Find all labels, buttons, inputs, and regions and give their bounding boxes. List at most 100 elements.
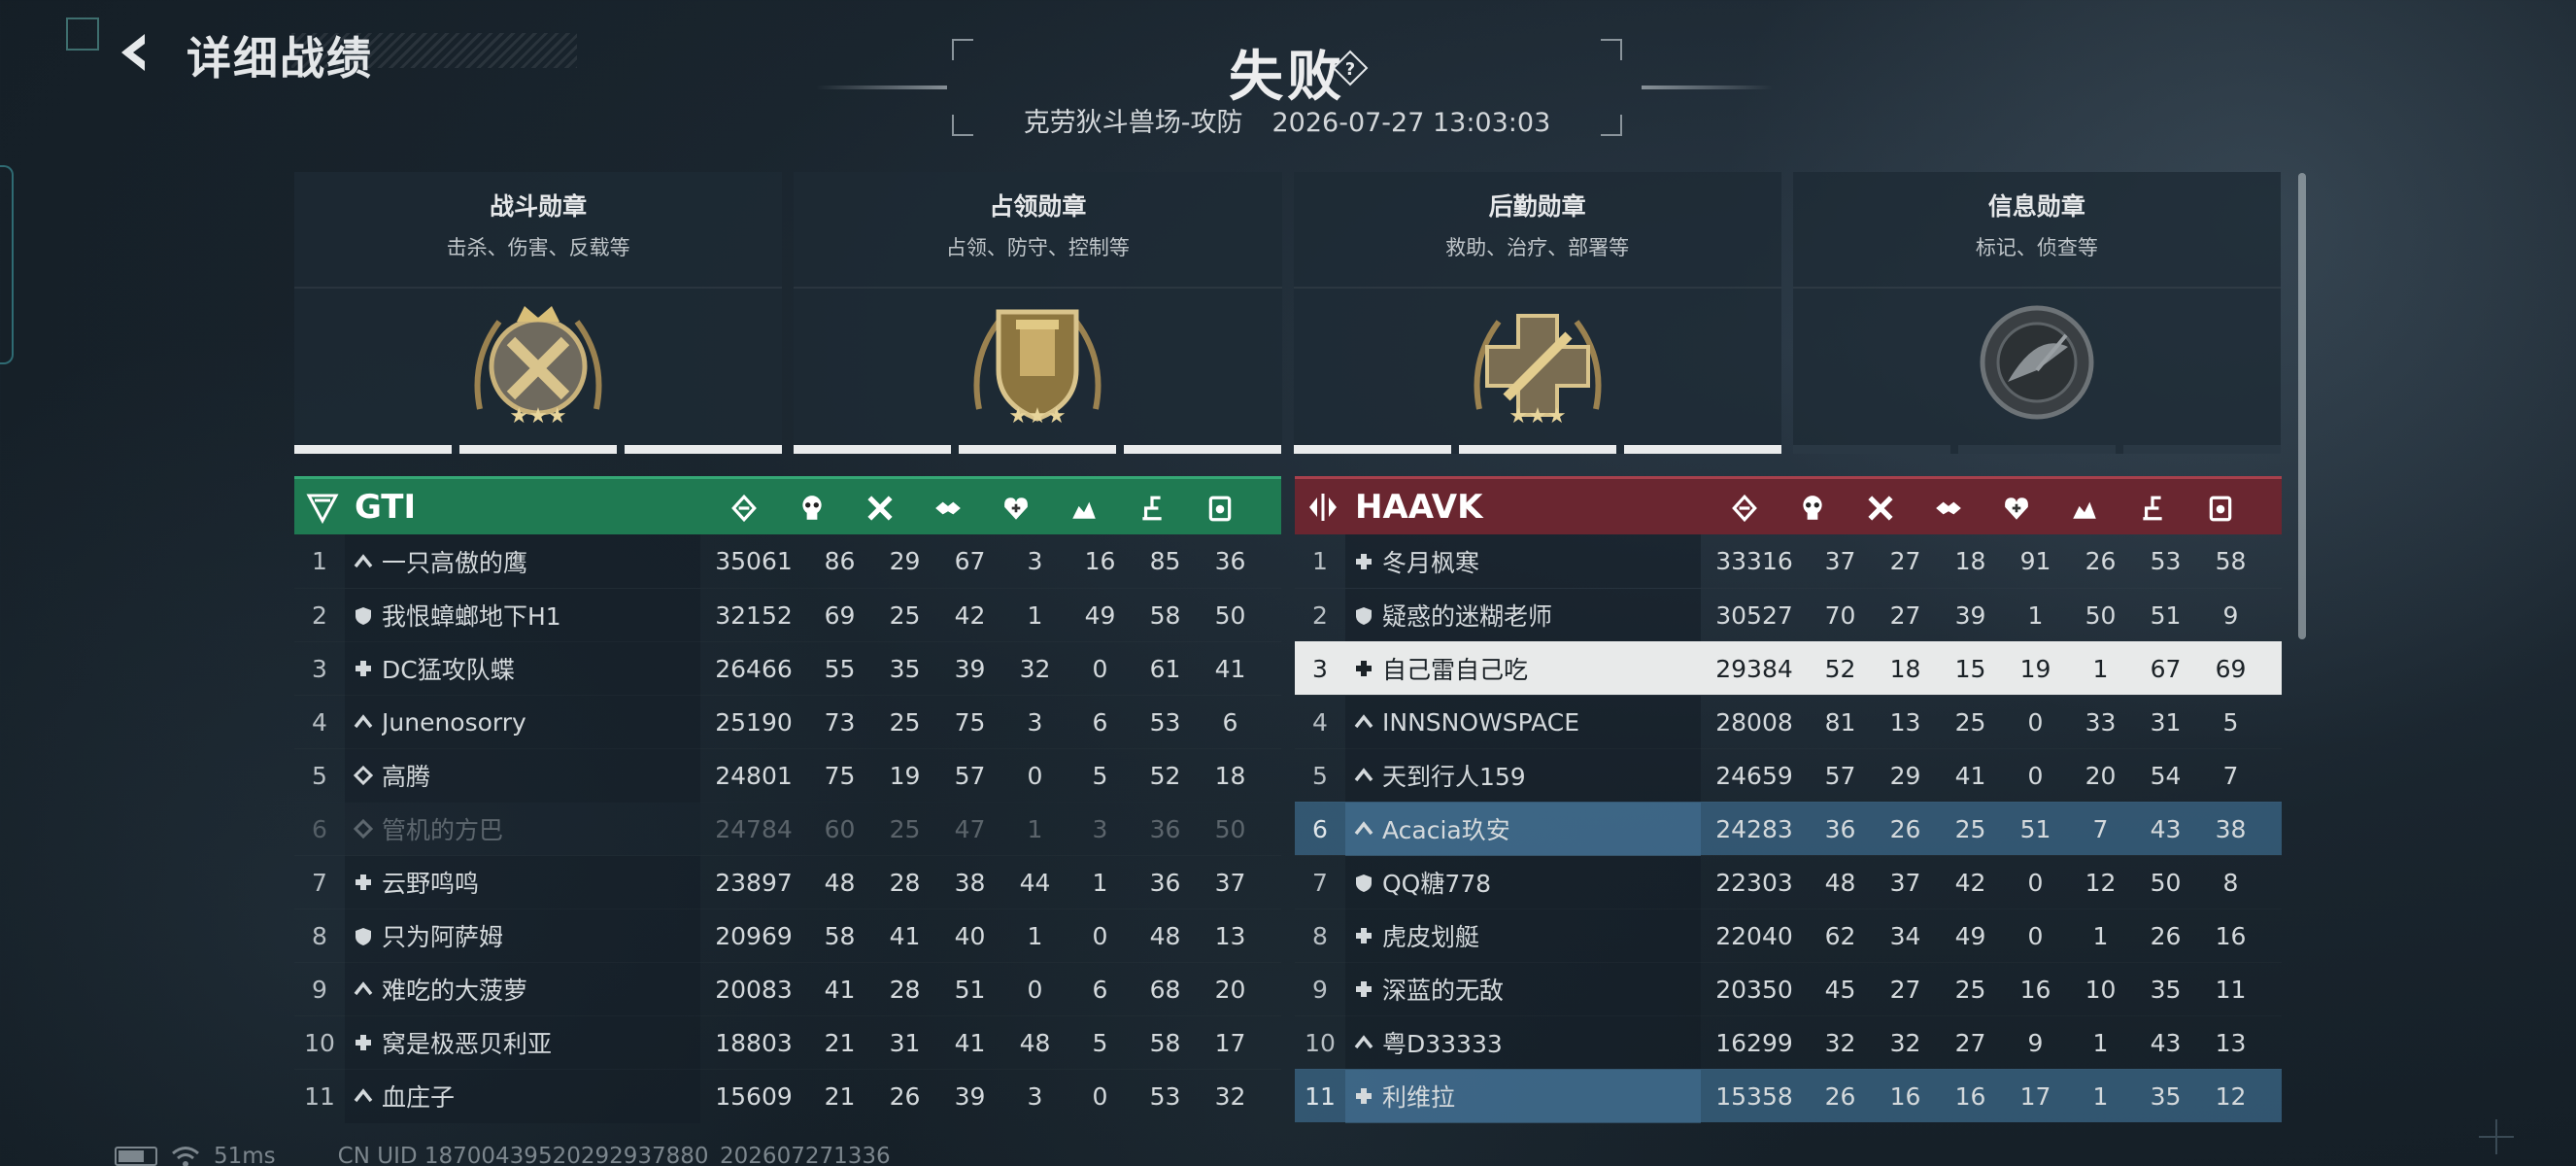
medal-name: 占领勋章 [989, 192, 1087, 221]
medal-card-combat[interactable]: 战斗勋章 击杀、伤害、反载等 ★★★ [294, 172, 783, 454]
player-name: DC猛攻队蝶 [382, 656, 515, 684]
player-row[interactable]: 10 窝是极恶贝利亚 18803 21 31 41 48 5 58 17 [294, 1015, 1281, 1070]
logistics-medal-icon: ★★★ [1474, 314, 1602, 429]
player-deaths: 25 [889, 600, 921, 630]
map-mode: 克劳狄斗兽场-攻防 [1023, 108, 1243, 138]
player-deaths: 25 [889, 707, 921, 737]
player-row[interactable]: 6 管机的方巴 24784 60 25 47 1 3 36 50 [294, 802, 1281, 856]
player-row[interactable]: 7 QQ糖778 22303 48 37 42 0 12 50 8 [1295, 855, 2282, 909]
player-assists: 41 [954, 1028, 986, 1057]
team-name: HAAVK [1355, 487, 1483, 527]
player-row[interactable]: 10 粤D33333 16299 32 32 27 9 1 43 13 [1295, 1015, 2282, 1070]
player-deaths: 28 [889, 975, 921, 1004]
player-logistics: 58 [1149, 600, 1181, 630]
player-score: 20969 [715, 921, 793, 950]
player-rank: 5 [312, 761, 327, 790]
player-kills: 41 [824, 975, 856, 1004]
player-rank: 7 [1312, 868, 1328, 897]
player-row[interactable]: 3 自己雷自己吃 29384 52 18 15 19 1 67 69 [1295, 641, 2282, 695]
player-rank: 11 [304, 1081, 335, 1111]
player-kills: 48 [824, 868, 856, 897]
player-assists: 51 [954, 975, 986, 1004]
player-name: 虎皮划艇 [1382, 923, 1480, 951]
player-name-cell: 管机的方巴 [345, 802, 700, 856]
back-button[interactable] [109, 25, 163, 80]
player-captures: 1 [2092, 1028, 2109, 1057]
player-row[interactable]: 11 血庄子 15609 21 26 39 3 0 53 32 [294, 1069, 1281, 1123]
medic-class-icon [1353, 978, 1374, 1000]
player-captures: 1 [1092, 868, 1108, 897]
player-revives: 44 [1019, 868, 1051, 897]
player-deaths: 29 [889, 547, 921, 575]
player-deaths: 27 [1889, 600, 1921, 630]
svg-text:★★★: ★★★ [1009, 404, 1067, 429]
player-kills: 81 [1824, 707, 1856, 737]
player-rank: 7 [312, 868, 327, 897]
player-deaths: 26 [1889, 814, 1921, 843]
player-row[interactable]: 11 利维拉 15358 26 16 16 17 1 35 12 [1295, 1069, 2282, 1123]
player-name-cell: 血庄子 [345, 1069, 700, 1123]
player-intel: 36 [1214, 547, 1246, 575]
medal-card-intel[interactable]: 信息勋章 标记、侦查等 [1792, 172, 2281, 454]
support-class-icon [353, 604, 374, 626]
medal-scrollbar[interactable] [2298, 173, 2306, 639]
player-row[interactable]: 2 疑惑的迷糊老师 30527 70 27 39 1 50 51 9 [1295, 588, 2282, 642]
player-row[interactable]: 5 天到行人159 24659 57 29 41 0 20 54 7 [1295, 748, 2282, 803]
player-row[interactable]: 2 我恨蟑螂地下H1 32152 69 25 42 1 49 58 50 [294, 588, 1281, 642]
player-intel: 32 [1214, 1081, 1246, 1111]
player-assists: 38 [954, 868, 986, 897]
player-kills: 37 [1824, 547, 1856, 575]
player-revives: 19 [2019, 654, 2051, 683]
player-row[interactable]: 8 只为阿萨姆 20969 58 41 40 1 0 48 13 [294, 909, 1281, 963]
player-assists: 25 [1954, 814, 1986, 843]
player-rank: 9 [1312, 975, 1328, 1004]
capture-medal-icon: ★★★ [973, 309, 1102, 429]
status-bar: 51ms CN UID 18700439520292937880_2026072… [115, 1139, 891, 1166]
medal-card-capture[interactable]: 占领勋章 占领、防守、控制等 ★★★ [794, 172, 1282, 454]
player-list: 1 一只高傲的鹰 35061 86 29 67 3 16 85 36 2 我恨蟑螂地下H1 32152 6… [294, 534, 1281, 1123]
player-kills: 75 [824, 761, 856, 790]
player-row[interactable]: 7 云野鸣鸣 23897 48 28 38 44 1 36 37 [294, 855, 1281, 909]
player-name: 粤D33333 [1382, 1030, 1503, 1058]
player-intel: 5 [2222, 707, 2239, 737]
player-kills: 52 [1824, 654, 1856, 683]
player-row[interactable]: 4 Junenosorry 25190 73 25 75 3 6 53 6 [294, 695, 1281, 749]
player-intel: 6 [1222, 707, 1238, 737]
side-drawer-handle[interactable] [0, 165, 14, 364]
player-score: 32152 [715, 600, 793, 630]
player-deaths: 34 [1889, 921, 1921, 950]
medal-panel: 战斗勋章 击杀、伤害、反载等 ★★★ 占领勋章 占领、防守、控制等 ★★★ 后勤… [294, 172, 2281, 454]
help-button[interactable]: ? [1331, 49, 1370, 87]
medal-desc: 击杀、伤害、反载等 [446, 236, 630, 259]
player-revives: 0 [2027, 761, 2044, 790]
player-row[interactable]: 6 Acacia玖安 24283 36 26 25 51 7 43 38 [1295, 802, 2282, 856]
player-revives: 16 [2019, 975, 2051, 1004]
player-assists: 47 [954, 814, 986, 843]
player-assists: 25 [1954, 975, 1986, 1004]
player-name: QQ糖778 [1382, 870, 1492, 898]
player-name-cell: 云野鸣鸣 [345, 855, 700, 909]
player-assists: 41 [1954, 761, 1986, 790]
player-kills: 70 [1824, 600, 1856, 630]
player-name: 冬月枫寒 [1382, 548, 1480, 577]
player-row[interactable]: 9 深蓝的无敌 20350 45 27 25 16 10 35 11 [1295, 962, 2282, 1016]
player-assists: 75 [954, 707, 986, 737]
player-row[interactable]: 4 INNSNOWSPACE 28008 81 13 25 0 33 31 5 [1295, 695, 2282, 749]
medal-name: 信息勋章 [1987, 192, 2085, 221]
player-score: 24784 [715, 814, 793, 843]
player-kills: 55 [824, 654, 856, 683]
player-assists: 42 [1954, 868, 1986, 897]
player-row[interactable]: 5 高腾 24801 75 19 57 0 5 52 18 [294, 748, 1281, 803]
player-row[interactable]: 1 冬月枫寒 33316 37 27 18 91 26 53 58 [1295, 534, 2282, 588]
player-assists: 25 [1954, 707, 1986, 737]
intel-medal-icon [1980, 305, 2094, 420]
player-row[interactable]: 9 难吃的大菠萝 20083 41 28 51 0 6 68 20 [294, 962, 1281, 1016]
player-captures: 0 [1092, 1081, 1108, 1111]
player-name-cell: 利维拉 [1345, 1069, 1701, 1123]
player-logistics: 50 [2150, 868, 2182, 897]
player-logistics: 53 [1149, 707, 1181, 737]
player-row[interactable]: 3 DC猛攻队蝶 26466 55 35 39 32 0 61 41 [294, 641, 1281, 696]
medal-card-logistics[interactable]: 后勤勋章 救助、治疗、部署等 ★★★ [1293, 172, 1781, 454]
player-row[interactable]: 8 虎皮划艇 22040 62 34 49 0 1 26 16 [1295, 909, 2282, 963]
player-row[interactable]: 1 一只高傲的鹰 35061 86 29 67 3 16 85 36 [294, 534, 1281, 588]
